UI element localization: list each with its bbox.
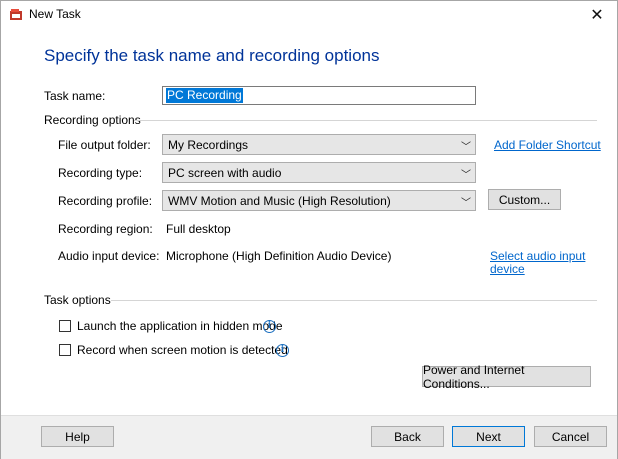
select-audio-input-link[interactable]: Select audio input: [490, 249, 585, 263]
recording-region-value: Full desktop: [166, 222, 231, 236]
back-button[interactable]: Back: [371, 426, 444, 447]
select-audio-input-link-line2[interactable]: device: [490, 262, 525, 276]
recording-type-label: Recording type:: [58, 166, 143, 180]
task-name-input[interactable]: PC Recording: [162, 86, 476, 105]
recording-profile-dropdown[interactable]: WMV Motion and Music (High Resolution) ﹀: [162, 190, 476, 211]
window-title: New Task: [29, 7, 81, 21]
recording-profile-value: WMV Motion and Music (High Resolution): [168, 194, 391, 208]
chevron-down-icon: ﹀: [461, 170, 471, 181]
power-internet-conditions-button[interactable]: Power and Internet Conditions...: [422, 363, 591, 391]
recording-region-label: Recording region:: [58, 222, 153, 236]
cancel-button[interactable]: Cancel: [534, 426, 607, 447]
info-icon[interactable]: i: [276, 344, 289, 357]
task-name-label: Task name:: [44, 89, 106, 103]
audio-input-label: Audio input device:: [58, 249, 160, 263]
record-on-motion-checkbox[interactable]: [59, 344, 71, 356]
close-button[interactable]: ✕: [577, 1, 617, 29]
recording-profile-label: Recording profile:: [58, 194, 153, 208]
task-options-divider: [111, 300, 597, 301]
next-button[interactable]: Next: [452, 426, 525, 447]
launch-hidden-checkbox[interactable]: [59, 320, 71, 332]
help-button[interactable]: Help: [41, 426, 114, 447]
task-name-value: PC Recording: [166, 88, 243, 103]
recording-type-dropdown[interactable]: PC screen with audio ﹀: [162, 162, 476, 183]
new-task-window: New Task ✕ Specify the task name and rec…: [0, 0, 618, 459]
file-output-folder-dropdown[interactable]: My Recordings ﹀: [162, 134, 476, 155]
footer-bar: Help Back Next Cancel: [1, 415, 617, 459]
task-options-group-label: Task options: [44, 293, 111, 307]
recording-options-group-label: Recording options: [44, 113, 141, 127]
file-output-folder-value: My Recordings: [168, 138, 249, 152]
recording-type-value: PC screen with audio: [168, 166, 282, 180]
add-folder-shortcut-link[interactable]: Add Folder Shortcut: [494, 138, 601, 152]
recording-options-divider: [134, 120, 597, 121]
launch-hidden-label[interactable]: Launch the application in hidden mode: [77, 319, 283, 333]
audio-input-value: Microphone (High Definition Audio Device…: [166, 249, 392, 263]
file-output-folder-label: File output folder:: [58, 138, 151, 152]
title-bar: New Task ✕: [1, 1, 617, 29]
info-icon[interactable]: i: [263, 320, 276, 333]
custom-profile-button[interactable]: Custom...: [488, 189, 561, 210]
record-on-motion-label[interactable]: Record when screen motion is detected: [77, 343, 288, 357]
page-heading: Specify the task name and recording opti…: [44, 46, 380, 65]
chevron-down-icon: ﹀: [461, 198, 471, 209]
app-icon: [10, 9, 22, 20]
close-icon: ✕: [590, 7, 604, 24]
chevron-down-icon: ﹀: [461, 142, 471, 153]
